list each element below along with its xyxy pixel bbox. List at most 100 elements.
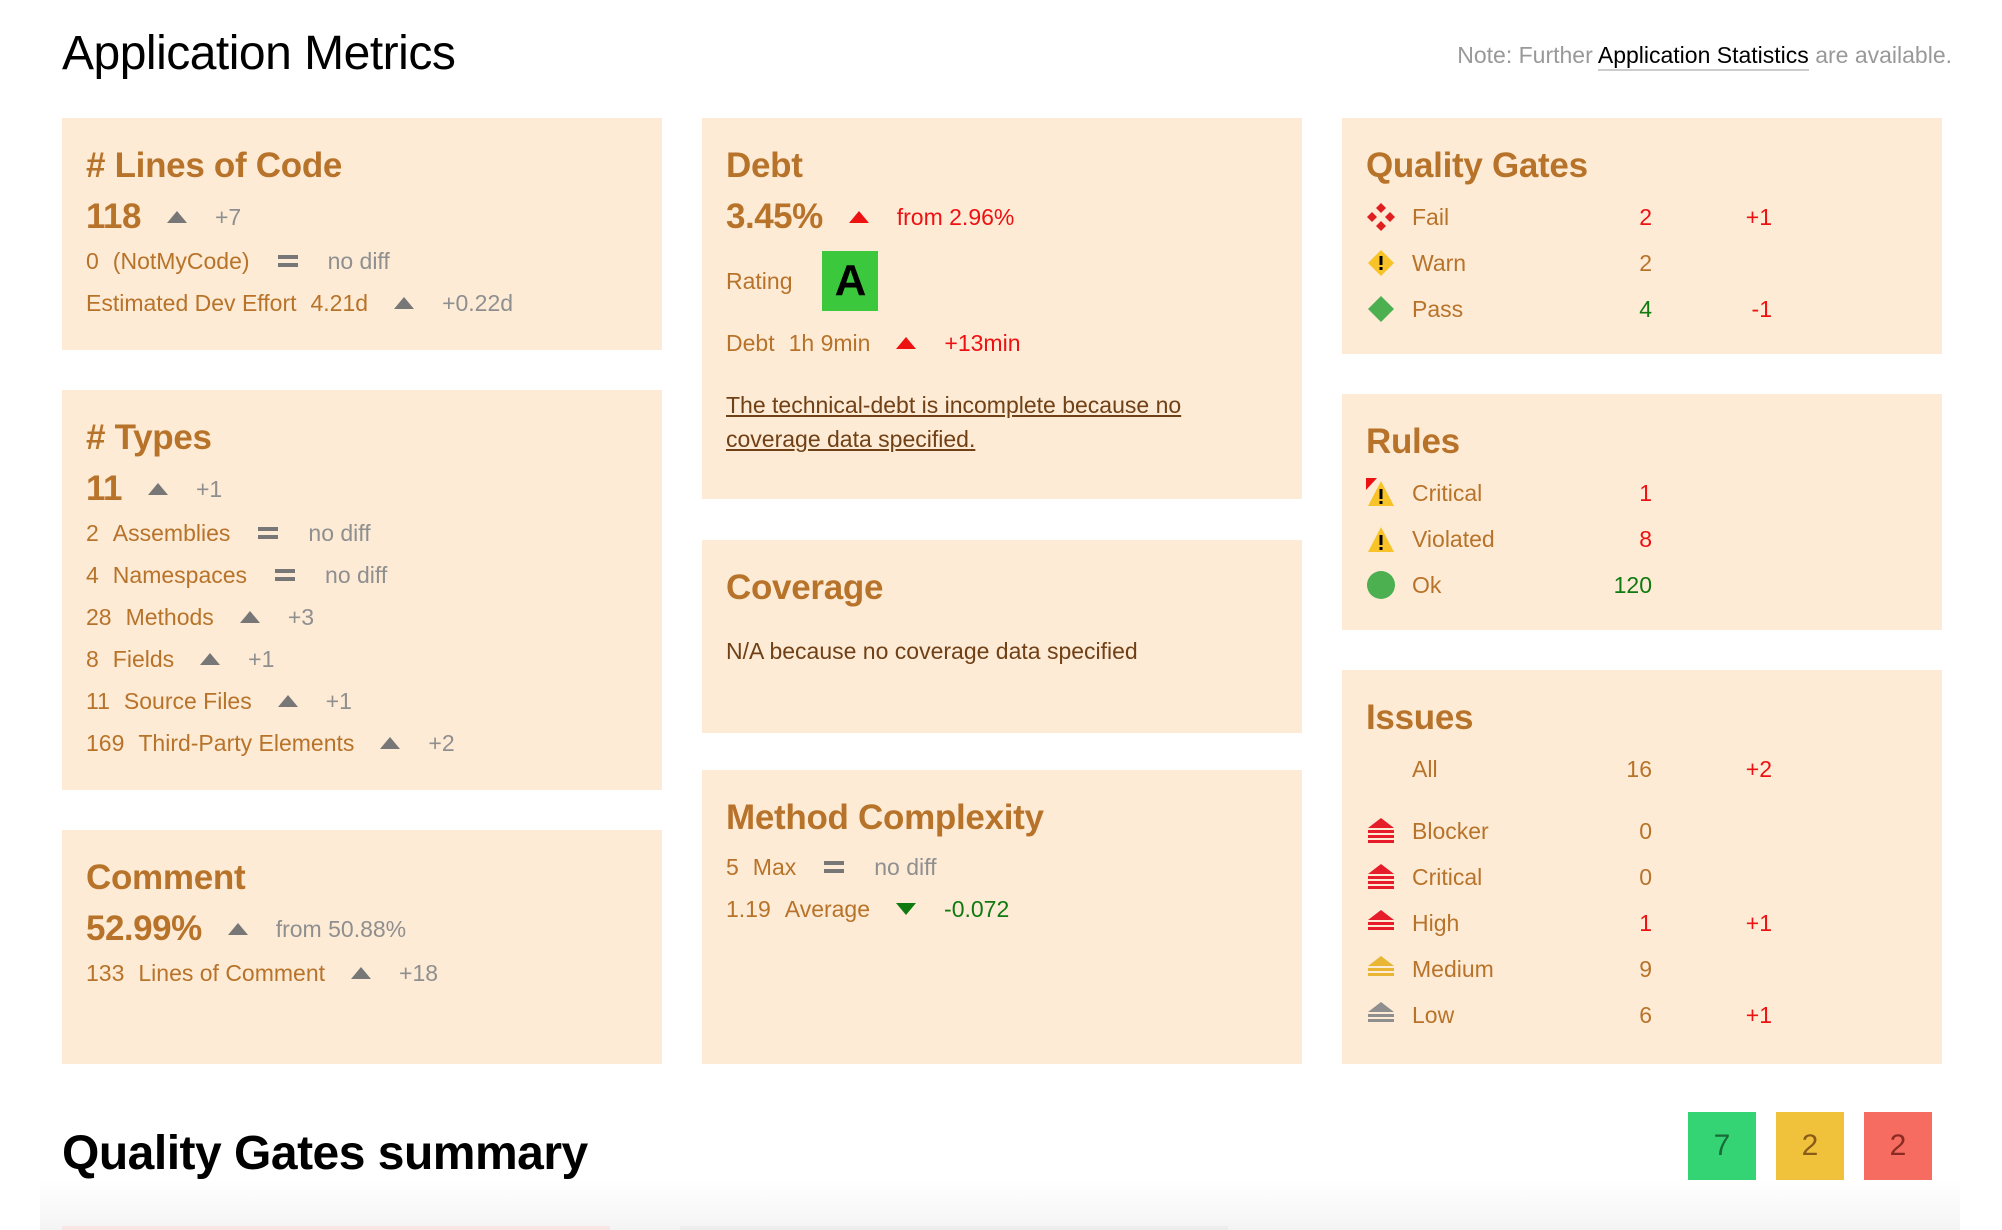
issues-all-label: All (1412, 755, 1438, 782)
types-row: 28 Methods +3 (86, 596, 638, 638)
comment-diff: from 50.88% (275, 915, 407, 942)
types-row-value: 169 (86, 729, 125, 756)
equal-icon (275, 569, 296, 581)
trend-up-icon (380, 737, 401, 749)
types-diff: +1 (196, 475, 223, 502)
panel-title[interactable]: Method Complexity (726, 798, 1278, 838)
types-row-label[interactable]: Namespaces (113, 562, 247, 589)
issue-value: 0 (1639, 817, 1652, 844)
types-row-label[interactable]: Fields (113, 646, 174, 673)
notmycode-label[interactable]: (NotMyCode) (113, 248, 250, 275)
types-row-label[interactable]: Assemblies (113, 520, 231, 547)
quality-gate-diff: +1 (1745, 203, 1772, 230)
comment-lines-value: 133 (86, 959, 125, 986)
types-value: 11 (86, 469, 123, 508)
types-row-label[interactable]: Third-Party Elements (138, 730, 354, 757)
panel-title[interactable]: Rules (1366, 422, 1918, 462)
quality-gate-label: Warn (1412, 249, 1467, 276)
trend-up-icon (200, 653, 221, 665)
types-row-diff: +2 (428, 729, 455, 756)
quality-gates-panel: Quality Gates Fail 2 +1 Warn 2 Pass 4 -1 (1342, 118, 1942, 354)
issue-row[interactable]: Low 6 +1 (1366, 992, 1918, 1038)
debt-incomplete-link[interactable]: The technical-debt is incomplete because… (726, 388, 1226, 456)
types-row-diff: +1 (325, 687, 352, 714)
issue-row[interactable]: Blocker 0 (1366, 808, 1918, 854)
issue-row[interactable]: Medium 9 (1366, 946, 1918, 992)
trend-up-icon (227, 923, 248, 935)
issue-label: Medium (1412, 955, 1494, 982)
types-row-value: 11 (86, 687, 110, 714)
summary-card-warn[interactable] (680, 1226, 1228, 1230)
panel-title[interactable]: Debt (726, 146, 1278, 186)
panel-title[interactable]: Coverage (726, 568, 1278, 608)
quality-gate-row[interactable]: Pass 4 -1 (1366, 286, 1918, 332)
warning-icon (1366, 524, 1412, 554)
equal-icon (824, 861, 845, 873)
rule-row[interactable]: Critical 1 (1366, 470, 1918, 516)
types-row-value: 28 (86, 603, 112, 630)
types-row: 4 Namespaces no diff (86, 554, 638, 596)
rule-row[interactable]: Ok 120 (1366, 562, 1918, 608)
page-title: Application Metrics (62, 27, 456, 80)
comment-value: 52.99% (86, 909, 202, 948)
ok-circle-icon (1366, 570, 1412, 600)
panel-title[interactable]: Quality Gates (1366, 146, 1918, 186)
types-rows: 2 Assemblies no diff 4 Namespaces no diff 28 Me… (86, 512, 638, 764)
high-severity-icon (1366, 908, 1412, 938)
effort-diff: +0.22d (442, 289, 514, 316)
rule-label: Violated (1412, 525, 1495, 552)
types-panel: # Types 11 +1 2 Assemblies no diff 4 Namespa… (62, 390, 662, 790)
coverage-panel: Coverage N/A because no coverage data sp… (702, 540, 1302, 733)
types-row: 169 Third-Party Elements +2 (86, 722, 638, 764)
comment-lines-label[interactable]: Lines of Comment (138, 960, 325, 987)
rating-badge[interactable]: A (822, 251, 879, 311)
issue-label: Critical (1412, 863, 1483, 890)
note-suffix: are available. (1815, 42, 1952, 68)
panel-title[interactable]: # Lines of Code (86, 146, 638, 186)
panel-title[interactable]: # Types (86, 418, 638, 458)
rules-panel: Rules Critical 1 Violated 8 Ok 120 (1342, 394, 1942, 630)
types-row-diff: no diff (325, 561, 388, 588)
types-row-label[interactable]: Source Files (124, 688, 252, 715)
warn-diamond-icon (1366, 248, 1412, 278)
lines-of-code-panel: # Lines of Code 118 +7 0 (NotMyCode) no … (62, 118, 662, 350)
quality-gate-row[interactable]: Fail 2 +1 (1366, 194, 1918, 240)
debt-time-diff: +13min (944, 329, 1021, 356)
average-label[interactable]: Average (785, 896, 870, 923)
panel-title[interactable]: Comment (86, 858, 638, 898)
types-row-label[interactable]: Methods (126, 604, 214, 631)
loc-value: 118 (86, 197, 141, 236)
average-value: 1.19 (726, 895, 771, 922)
issues-all-row[interactable]: All 16 +2 (1366, 746, 1918, 792)
rule-row[interactable]: Violated 8 (1366, 516, 1918, 562)
debt-time-label: Debt (726, 329, 775, 356)
fail-count-box[interactable]: 2 (1864, 1112, 1932, 1180)
pass-count-box[interactable]: 7 (1688, 1112, 1756, 1180)
rule-label: Ok (1412, 571, 1442, 598)
notmycode-diff: no diff (327, 247, 390, 274)
quality-gates-rows: Fail 2 +1 Warn 2 Pass 4 -1 (1366, 194, 1918, 332)
issues-all-diff: +2 (1745, 755, 1772, 782)
issue-row[interactable]: High 1 +1 (1366, 900, 1918, 946)
issues-rows: Blocker 0 Critical 0 High 1 +1 Medium 9 Low 6 +1 (1366, 808, 1918, 1038)
trend-up-icon (848, 211, 869, 223)
quality-gate-label: Fail (1412, 203, 1450, 230)
application-statistics-link[interactable]: Application Statistics (1597, 42, 1809, 71)
quality-gate-row[interactable]: Warn 2 (1366, 240, 1918, 286)
note-prefix: Note: Further (1457, 42, 1593, 68)
issues-all-value: 16 (1626, 755, 1652, 782)
issue-value: 6 (1639, 1001, 1652, 1028)
warn-count-box[interactable]: 2 (1776, 1112, 1844, 1180)
issue-row[interactable]: Critical 0 (1366, 854, 1918, 900)
panel-title[interactable]: Issues (1366, 698, 1918, 738)
quality-gate-value: 2 (1639, 249, 1652, 276)
trend-up-icon (351, 967, 372, 979)
trend-up-icon (394, 297, 415, 309)
quality-gate-diff: -1 (1751, 295, 1772, 322)
summary-card-fail[interactable] (62, 1226, 610, 1230)
quality-gate-label: Pass (1412, 295, 1464, 322)
types-row-diff: no diff (308, 519, 371, 546)
max-label[interactable]: Max (753, 854, 796, 881)
comment-lines-diff: +18 (399, 959, 439, 986)
quality-gate-value: 2 (1639, 203, 1652, 230)
